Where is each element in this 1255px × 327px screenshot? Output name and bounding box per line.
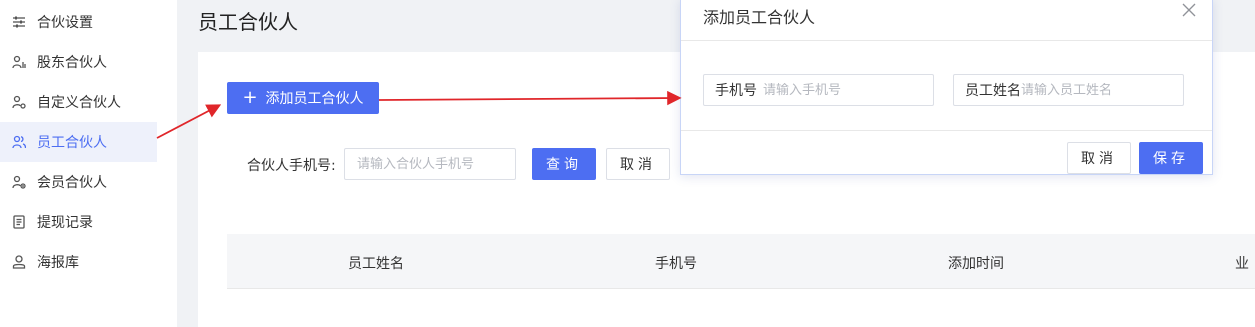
sidebar-item-label: 股东合伙人: [37, 55, 107, 71]
sidebar-item-employee-partner[interactable]: 员工合伙人: [0, 122, 157, 162]
phone-field: 手机号: [703, 74, 934, 106]
dialog-save-button[interactable]: 保存: [1139, 142, 1203, 174]
phone-input[interactable]: [763, 82, 933, 98]
employee-name-field: 员工姓名: [953, 74, 1191, 106]
sidebar-item-label: 提现记录: [37, 215, 93, 231]
sidebar-item-custom-partner[interactable]: 自定义合伙人: [0, 82, 157, 122]
column-header-phone: 手机号: [655, 256, 697, 272]
employee-name-field-label: 员工姓名: [965, 83, 1021, 99]
person-icon: [12, 255, 26, 269]
query-button[interactable]: 查询: [532, 148, 596, 180]
sidebar-item-label: 员工合伙人: [37, 135, 107, 151]
sidebar-item-withdraw-records[interactable]: 提现记录: [0, 202, 157, 242]
close-icon[interactable]: [1182, 3, 1196, 17]
sliders-icon: [12, 15, 26, 29]
add-button-label: 添加员工合伙人: [265, 91, 364, 107]
sidebar-item-member-partner[interactable]: 会员合伙人: [0, 162, 157, 202]
dialog-cancel-button[interactable]: 取消: [1067, 142, 1131, 174]
sidebar-item-label: 会员合伙人: [37, 175, 107, 191]
users-icon: [12, 135, 26, 149]
partner-phone-filter-label: 合伙人手机号:: [247, 158, 336, 174]
cancel-filter-button[interactable]: 取消: [606, 148, 670, 180]
dialog-header-divider: [681, 40, 1212, 41]
employee-name-input[interactable]: [1021, 82, 1191, 98]
sidebar-item-label: 海报库: [37, 255, 79, 271]
column-header-truncated: 业: [1235, 256, 1249, 272]
partner-phone-search-input[interactable]: [344, 148, 516, 180]
column-header-added-time: 添加时间: [948, 256, 1004, 272]
sidebar-item-partner-settings[interactable]: 合伙设置: [0, 2, 157, 42]
sidebar-item-label: 自定义合伙人: [37, 95, 121, 111]
add-employee-partner-button[interactable]: + 添加员工合伙人: [227, 82, 379, 114]
add-employee-partner-dialog: 添加员工合伙人 手机号 员工姓名 取消 保存: [680, 0, 1213, 175]
sidebar-item-label: 合伙设置: [37, 15, 93, 31]
sidebar-item-shareholder-partner[interactable]: 股东合伙人: [0, 42, 157, 82]
sidebar-item-poster-library[interactable]: 海报库: [0, 242, 157, 282]
table-header: 员工姓名 手机号 添加时间 业: [227, 234, 1255, 289]
sidebar: 合伙设置 股东合伙人 自定义合伙人 员工合伙人 会员合伙人 提现记录 海报库: [0, 0, 177, 327]
plus-icon: +: [242, 87, 258, 108]
custom-partner-icon: [12, 95, 26, 109]
document-icon: [12, 215, 26, 229]
shareholder-icon: [12, 55, 26, 69]
dialog-title: 添加员工合伙人: [703, 8, 816, 27]
phone-field-label: 手机号: [715, 83, 757, 99]
page-title: 员工合伙人: [198, 10, 298, 34]
member-icon: [12, 175, 26, 189]
column-header-employee-name: 员工姓名: [348, 256, 404, 272]
dialog-footer-divider: [681, 130, 1212, 131]
